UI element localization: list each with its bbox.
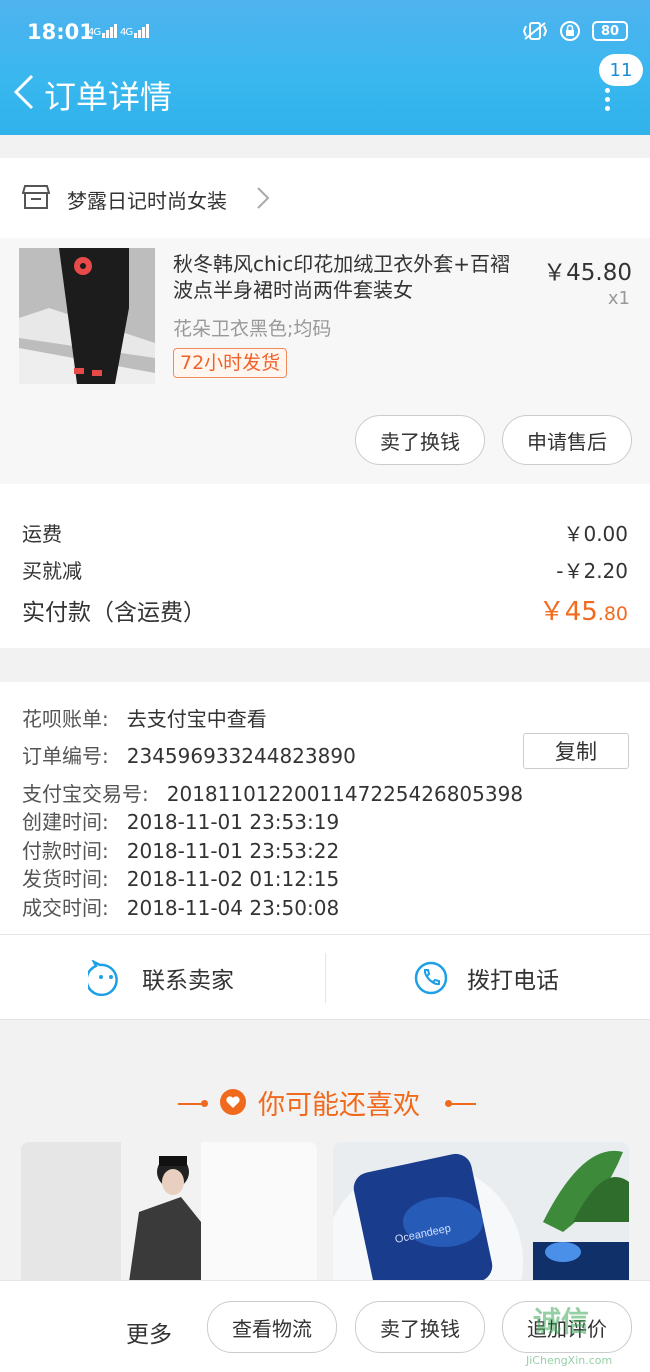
order-number: 234596933244823890 — [126, 744, 356, 768]
signal-2-icon: 4G — [120, 24, 150, 38]
app-header: 18:01 4G 4G 80 订单详情 11 — [0, 0, 650, 135]
discount-row: 买就减 -￥2.20 — [22, 555, 628, 584]
decor-line — [450, 1103, 476, 1105]
huabei-link[interactable]: 去支付宝中查看 — [127, 707, 267, 731]
total-label: 实付款（含运费） — [22, 600, 206, 626]
more-link[interactable]: 更多 — [126, 1315, 172, 1349]
store-icon — [22, 185, 50, 209]
watermark-url: JiChengXin.com — [526, 1354, 613, 1367]
created-time-row: 创建时间: 2018-11-01 23:53:19 — [22, 810, 340, 834]
paid-time-row: 付款时间: 2018-11-01 23:53:22 — [22, 839, 340, 863]
discount-value: -￥2.20 — [556, 559, 628, 583]
signal-1-icon: 4G — [88, 24, 118, 38]
page-title: 订单详情 — [44, 78, 173, 116]
closed-time-row: 成交时间: 2018-11-04 23:50:08 — [22, 896, 340, 920]
recommend-title: 你可能还喜欢 — [258, 1090, 420, 1121]
recommend-card[interactable] — [21, 1142, 317, 1282]
product-thumbnail[interactable] — [19, 248, 155, 384]
huabei-row: 花呗账单: 去支付宝中查看 — [22, 707, 267, 731]
more-menu-icon[interactable] — [600, 88, 614, 111]
back-icon[interactable] — [12, 74, 36, 110]
alipay-number-row: 支付宝交易号: 2018110122001147225426805398 — [22, 782, 524, 806]
battery-indicator: 80 — [592, 21, 628, 41]
shipping-label: 运费 — [22, 522, 62, 546]
lock-icon — [560, 21, 580, 41]
status-bar: 18:01 4G 4G 80 — [0, 18, 650, 50]
shipped-time-row: 发货时间: 2018-11-02 01:12:15 — [22, 867, 340, 891]
alipay-number: 2018110122001147225426805398 — [166, 782, 524, 806]
after-sale-button[interactable]: 申请售后 — [502, 415, 632, 465]
resell-button[interactable]: 卖了换钱 — [355, 1301, 485, 1353]
shop-row[interactable]: 梦露日记时尚女装 — [0, 158, 650, 238]
shop-name[interactable]: 梦露日记时尚女装 — [67, 185, 227, 214]
call-phone-label: 拨打电话 — [467, 968, 559, 994]
recommend-card[interactable]: Oceandeep — [333, 1142, 629, 1282]
divider — [325, 953, 326, 1003]
product-image — [21, 1142, 317, 1282]
message-count-badge[interactable]: 11 — [599, 54, 643, 86]
status-right: 80 — [522, 20, 628, 42]
heart-icon — [220, 1089, 246, 1115]
chevron-right-icon — [257, 187, 270, 209]
total-row: 实付款（含运费） ￥45.80 — [22, 593, 628, 627]
vibrate-icon — [522, 22, 548, 40]
status-time: 18:01 — [27, 20, 94, 44]
shipping-tag: 72小时发货 — [173, 348, 288, 378]
phone-icon — [414, 961, 448, 995]
product-image: Oceandeep — [333, 1142, 629, 1282]
recommend-heading: 你可能还喜欢 — [0, 1075, 650, 1135]
shipping-value: ￥0.00 — [563, 522, 628, 546]
view-logistics-button[interactable]: 查看物流 — [207, 1301, 337, 1353]
order-number-row: 订单编号: 234596933244823890 — [22, 744, 356, 768]
contact-seller-button[interactable]: 联系卖家 — [88, 935, 234, 1021]
discount-label: 买就减 — [22, 559, 82, 583]
product-spec: 花朵卫衣黑色;均码 — [173, 318, 332, 340]
total-value: ￥45.80 — [538, 597, 628, 627]
call-phone-button[interactable]: 拨打电话 — [413, 935, 559, 1021]
order-info: 花呗账单: 去支付宝中查看 订单编号: 234596933244823890 支付宝… — [0, 682, 650, 934]
decor-dot — [201, 1100, 208, 1107]
contact-bar: 联系卖家 拨打电话 — [0, 934, 650, 1020]
product-item[interactable]: 秋冬韩风chic印花加绒卫衣外套+百褶波点半身裙时尚两件套装女 ￥45.80 x… — [0, 238, 650, 484]
watermark-logo: 诚信 — [533, 1305, 590, 1338]
product-quantity: x1 — [607, 288, 630, 309]
resell-button[interactable]: 卖了换钱 — [355, 415, 485, 465]
product-price: ￥45.80 — [543, 260, 632, 286]
product-title[interactable]: 秋冬韩风chic印花加绒卫衣外套+百褶波点半身裙时尚两件套装女 — [173, 251, 528, 303]
contact-seller-label: 联系卖家 — [142, 968, 234, 994]
shipping-row: 运费 ￥0.00 — [22, 518, 628, 547]
copy-button[interactable]: 复制 — [523, 733, 629, 769]
chat-face-icon — [88, 960, 118, 996]
cost-summary: 运费 ￥0.00 买就减 -￥2.20 实付款（含运费） ￥45.80 — [0, 484, 650, 648]
